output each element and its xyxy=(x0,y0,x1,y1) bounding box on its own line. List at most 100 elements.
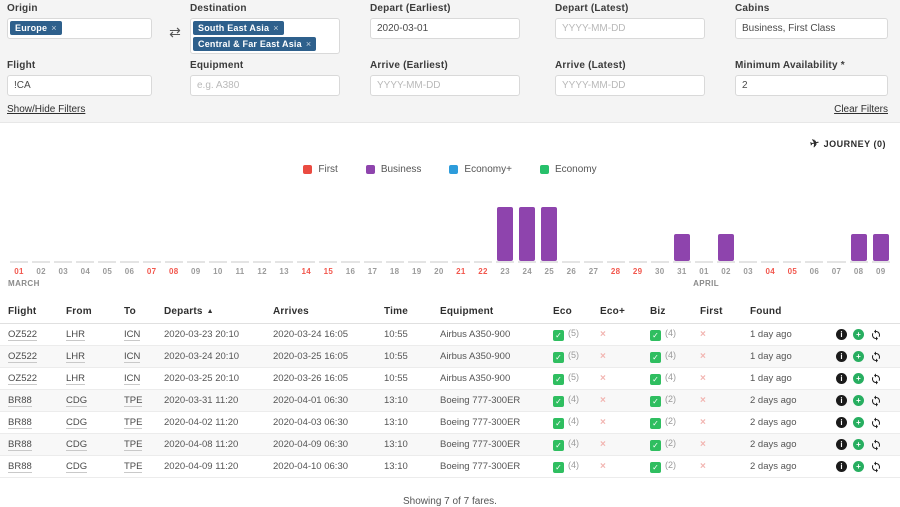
refresh-icon[interactable] xyxy=(870,395,882,407)
column-header-label: Biz xyxy=(650,306,666,317)
chip-remove-icon[interactable]: × xyxy=(51,23,56,33)
from-airport-link[interactable]: CDG xyxy=(66,395,87,407)
column-header-eco[interactable]: Eco xyxy=(549,300,596,324)
clear-filters-link[interactable]: Clear Filters xyxy=(834,104,888,115)
chip-remove-icon[interactable]: × xyxy=(273,23,278,33)
to-airport-link[interactable]: TPE xyxy=(124,395,142,407)
table-row: BR88CDGTPE2020-04-02 11:202020-04-03 06:… xyxy=(0,412,900,434)
add-to-journey-icon[interactable]: + xyxy=(853,373,864,384)
chart-day: 02 xyxy=(715,205,737,276)
availability-bar[interactable] xyxy=(519,207,535,261)
filter-chip[interactable]: South East Asia× xyxy=(193,21,284,35)
to-airport-link[interactable]: TPE xyxy=(124,461,142,473)
availability-bar[interactable] xyxy=(497,207,513,261)
table-row: OZ522LHRICN2020-03-25 20:102020-03-26 16… xyxy=(0,368,900,390)
filter-chip[interactable]: Europe× xyxy=(10,21,62,35)
to-airport-link[interactable]: ICN xyxy=(124,351,140,363)
legend-item-first[interactable]: First xyxy=(303,164,337,175)
column-header-time[interactable]: Time xyxy=(380,300,436,324)
show-hide-filters-link[interactable]: Show/Hide Filters xyxy=(7,104,85,115)
refresh-icon[interactable] xyxy=(870,439,882,451)
add-to-journey-icon[interactable]: + xyxy=(853,461,864,472)
from-airport-link[interactable]: LHR xyxy=(66,373,85,385)
refresh-icon[interactable] xyxy=(870,329,882,341)
chip-remove-icon[interactable]: × xyxy=(306,39,311,49)
availability-bar[interactable] xyxy=(851,234,867,261)
add-to-journey-icon[interactable]: + xyxy=(853,351,864,362)
availability-bar[interactable] xyxy=(541,207,557,261)
ecoplus-availability-cell: × xyxy=(596,456,646,478)
availability-bar[interactable] xyxy=(718,234,734,261)
info-icon[interactable]: i xyxy=(836,439,847,450)
column-header-departs[interactable]: Departs▲ xyxy=(160,300,269,324)
filter-chip[interactable]: Central & Far East Asia× xyxy=(193,37,316,51)
day-label: 12 xyxy=(251,263,273,276)
to-airport-link[interactable]: ICN xyxy=(124,373,140,385)
flight-link[interactable]: OZ522 xyxy=(8,351,37,363)
min-availability-input[interactable] xyxy=(735,75,888,96)
flight-link[interactable]: BR88 xyxy=(8,417,32,429)
arrive-earliest-input[interactable] xyxy=(370,75,520,96)
journey-button[interactable]: ✈ JOURNEY (0) xyxy=(810,137,886,150)
destination-input[interactable]: South East Asia× Central & Far East Asia× xyxy=(190,18,340,54)
from-airport-link[interactable]: CDG xyxy=(66,461,87,473)
from-airport-link[interactable]: LHR xyxy=(66,329,85,341)
flight-input[interactable] xyxy=(7,75,152,96)
info-icon[interactable]: i xyxy=(836,395,847,406)
availability-cross-icon: × xyxy=(700,351,706,362)
equipment-field: Equipment xyxy=(190,60,340,96)
column-header-eco[interactable]: Eco+ xyxy=(596,300,646,324)
flight-link[interactable]: BR88 xyxy=(8,439,32,451)
cabins-input[interactable] xyxy=(735,18,888,39)
column-header-found[interactable]: Found xyxy=(746,300,826,324)
to-airport-link[interactable]: TPE xyxy=(124,417,142,429)
add-to-journey-icon[interactable]: + xyxy=(853,417,864,428)
refresh-icon[interactable] xyxy=(870,417,882,429)
column-header-equipment[interactable]: Equipment xyxy=(436,300,549,324)
info-icon[interactable]: i xyxy=(836,373,847,384)
to-airport-link[interactable]: ICN xyxy=(124,329,140,341)
info-icon[interactable]: i xyxy=(836,417,847,428)
column-header-biz[interactable]: Biz xyxy=(646,300,696,324)
origin-input[interactable]: Europe× xyxy=(7,18,152,39)
ecoplus-availability-cell: × xyxy=(596,412,646,434)
arrive-latest-input[interactable] xyxy=(555,75,705,96)
legend-item-economy[interactable]: Economy xyxy=(540,164,597,175)
from-airport-link[interactable]: LHR xyxy=(66,351,85,363)
depart-latest-input[interactable] xyxy=(555,18,705,39)
refresh-icon[interactable] xyxy=(870,351,882,363)
sort-ascending-icon: ▲ xyxy=(207,308,214,315)
flight-link[interactable]: OZ522 xyxy=(8,329,37,341)
to-airport-link[interactable]: TPE xyxy=(124,439,142,451)
bar-area xyxy=(30,205,52,261)
column-header-flight[interactable]: Flight xyxy=(0,300,62,324)
info-icon[interactable]: i xyxy=(836,351,847,362)
availability-bar[interactable] xyxy=(873,234,889,261)
refresh-icon[interactable] xyxy=(870,373,882,385)
swap-origin-destination-icon[interactable]: ⇄ xyxy=(160,25,190,39)
flight-link[interactable]: BR88 xyxy=(8,395,32,407)
depart-earliest-input[interactable] xyxy=(370,18,520,39)
add-to-journey-icon[interactable]: + xyxy=(853,329,864,340)
column-header-from[interactable]: From xyxy=(62,300,120,324)
flight-link[interactable]: OZ522 xyxy=(8,373,37,385)
depart-earliest-field: Depart (Earliest) xyxy=(370,3,520,39)
legend-item-business[interactable]: Business xyxy=(366,164,422,175)
flight-link[interactable]: BR88 xyxy=(8,461,32,473)
plane-icon: ✈ xyxy=(809,136,821,151)
refresh-icon[interactable] xyxy=(870,461,882,473)
add-to-journey-icon[interactable]: + xyxy=(853,395,864,406)
add-to-journey-icon[interactable]: + xyxy=(853,439,864,450)
info-icon[interactable]: i xyxy=(836,329,847,340)
legend-item-economyplus[interactable]: Economy+ xyxy=(449,164,512,175)
column-header-to[interactable]: To xyxy=(120,300,160,324)
equipment-input[interactable] xyxy=(190,75,340,96)
info-icon[interactable]: i xyxy=(836,461,847,472)
column-header-first[interactable]: First xyxy=(696,300,746,324)
from-airport-link[interactable]: CDG xyxy=(66,417,87,429)
from-airport-link[interactable]: CDG xyxy=(66,439,87,451)
day-label: 11 xyxy=(229,263,251,276)
availability-bar[interactable] xyxy=(674,234,690,261)
day-label: 14 xyxy=(295,263,317,276)
column-header-arrives[interactable]: Arrives xyxy=(269,300,380,324)
